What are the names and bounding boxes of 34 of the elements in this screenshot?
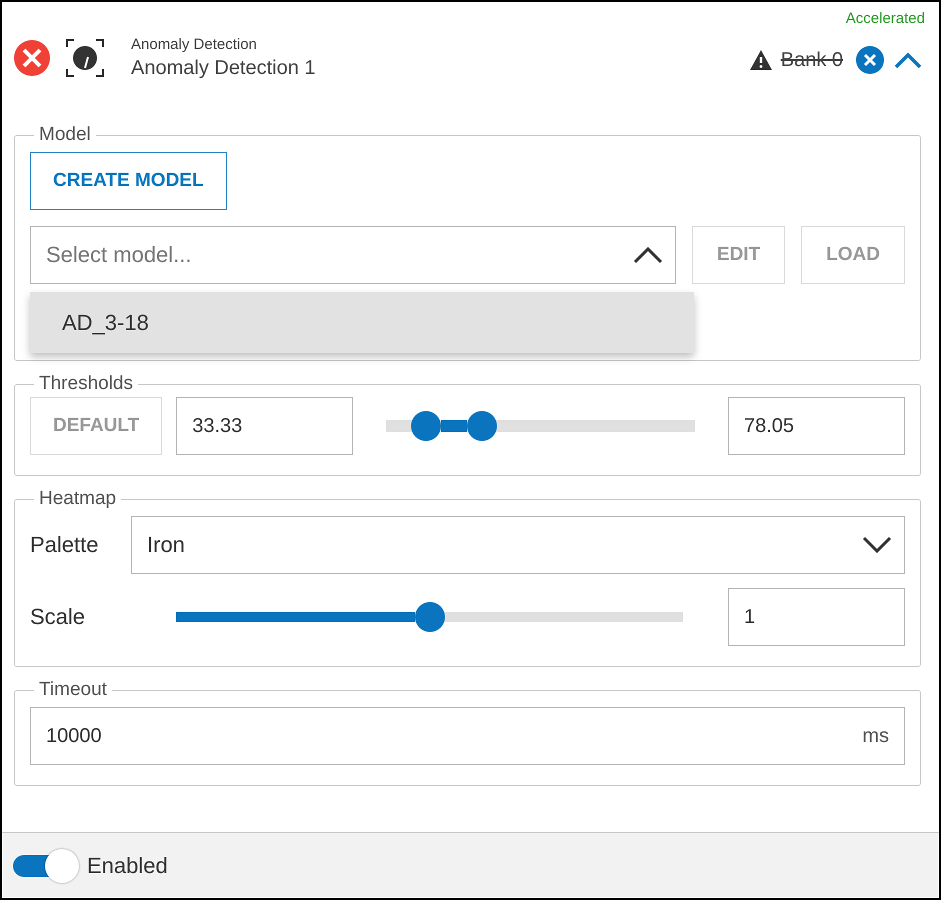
bank-label: Bank 0 <box>780 48 843 72</box>
group-legend: Model <box>34 124 96 146</box>
enabled-toggle[interactable] <box>13 848 77 882</box>
category-label: Anomaly Detection <box>131 36 258 53</box>
close-icon <box>855 45 885 75</box>
palette-select[interactable]: Iron <box>131 516 905 574</box>
max-input[interactable]: 78.05 <box>728 397 905 455</box>
node-title: Anomaly Detection 1 <box>131 57 316 80</box>
close-icon <box>13 39 51 77</box>
chevron-down-icon <box>862 536 892 554</box>
group-legend: Timeout <box>34 679 112 701</box>
timeout-input[interactable]: 10000 ms <box>30 707 905 765</box>
status-label: Accelerated <box>846 10 925 27</box>
clear-button[interactable] <box>855 45 885 75</box>
scale-input[interactable]: 1 <box>728 588 905 646</box>
model-select[interactable]: Select model... <box>30 226 676 284</box>
focus-frame-icon <box>65 38 105 78</box>
slider-thumb[interactable] <box>411 411 442 441</box>
chevron-up-icon <box>632 246 663 264</box>
group-legend: Thresholds <box>34 373 138 395</box>
slider-thumb[interactable] <box>414 602 444 632</box>
toggle-label: Enabled <box>87 852 168 878</box>
min-input[interactable]: 33.33 <box>176 397 354 455</box>
remove-button[interactable] <box>13 39 51 77</box>
chevron-up-icon <box>893 50 923 70</box>
dropdown-option[interactable]: AD_3-18 <box>30 292 694 353</box>
collapse-button[interactable] <box>893 50 923 70</box>
group-legend: Heatmap <box>34 488 122 510</box>
slider-fill <box>441 420 467 432</box>
warning-icon <box>748 49 773 71</box>
slider-thumb[interactable] <box>466 411 497 441</box>
create-model-button[interactable]: CREATE MODEL <box>30 152 227 210</box>
field-label: Scale <box>30 604 86 630</box>
field-label: Palette <box>30 532 100 558</box>
